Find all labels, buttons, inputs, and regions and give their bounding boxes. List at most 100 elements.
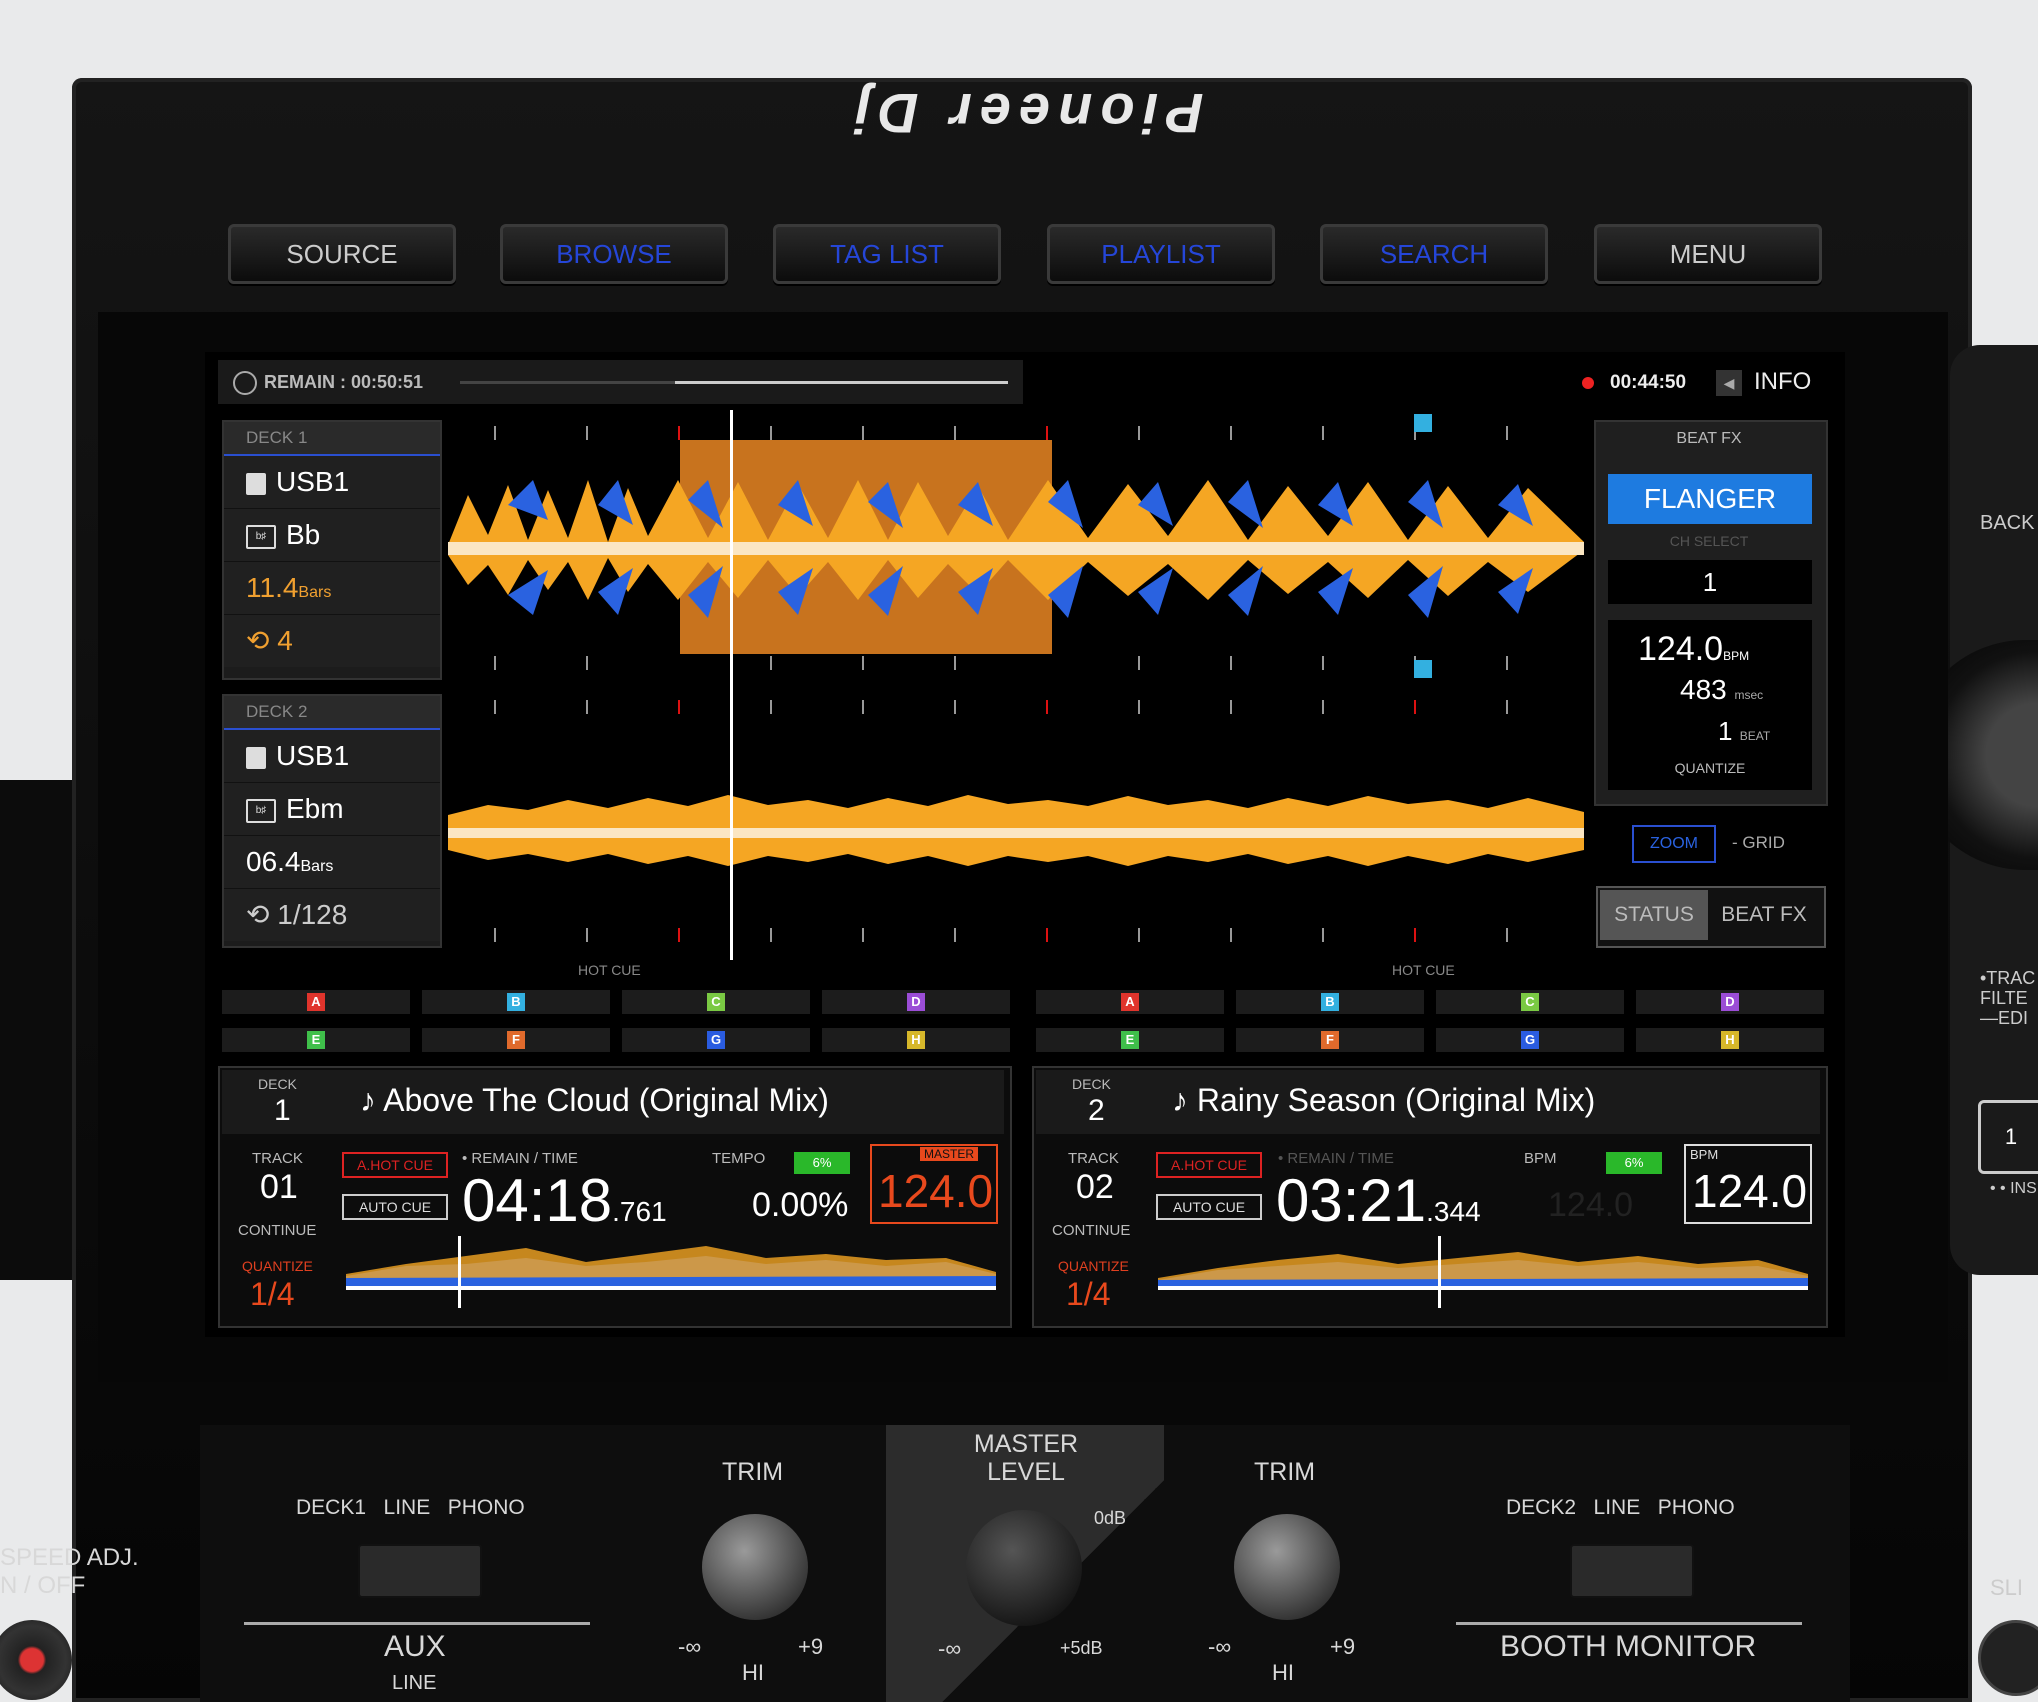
deck2-ghost-bpm: 124.0 <box>1548 1186 1634 1224</box>
deck2-remain-label: • REMAIN / TIME <box>1278 1150 1394 1167</box>
search-button[interactable]: SEARCH <box>1320 224 1548 284</box>
deck1-continue: CONTINUE <box>238 1222 317 1239</box>
brand-logo: Pioneer Dj <box>846 82 1204 145</box>
key-icon: b♯ <box>246 798 276 823</box>
grid-button[interactable]: - GRID <box>1732 833 1785 853</box>
deck2-input-switch[interactable] <box>1570 1544 1694 1598</box>
deck1-source[interactable]: USB1 <box>224 456 440 509</box>
tag-list-button[interactable]: TAG LIST <box>773 224 1001 284</box>
deck2-bpm-label: BPM <box>1524 1150 1557 1167</box>
hot-cue-b-marker[interactable] <box>1414 660 1432 678</box>
remain-progress <box>460 381 1008 384</box>
record-indicator-icon <box>1582 377 1594 389</box>
key-icon: b♯ <box>246 524 276 549</box>
back-button[interactable]: BACK <box>1980 512 2034 535</box>
hot-cue-pad-deck1-b[interactable]: B <box>422 990 610 1014</box>
trim-knob-2[interactable] <box>1234 1514 1340 1620</box>
side-round-button[interactable] <box>1978 1620 2038 1696</box>
hot-cue-label-deck1: HOT CUE <box>578 962 641 978</box>
master-min: -∞ <box>938 1636 962 1661</box>
aux-label: AUX <box>384 1630 446 1663</box>
hot-cue-pad-deck1-e[interactable]: E <box>222 1028 410 1052</box>
deck1-number: 1 <box>274 1094 291 1127</box>
booth-monitor-label: BOOTH MONITOR <box>1500 1630 1757 1663</box>
deck1-a-hot-cue[interactable]: A.HOT CUE <box>342 1152 448 1178</box>
hot-cue-pad-deck2-c[interactable]: C <box>1436 990 1624 1014</box>
deck1-tempo: 0.00% <box>752 1186 849 1224</box>
side-button-1[interactable]: 1 <box>1978 1100 2038 1174</box>
hot-cue-pad-deck1-d[interactable]: D <box>822 990 1010 1014</box>
hot-cue-pad-deck2-h[interactable]: H <box>1636 1028 1824 1052</box>
waveform-display[interactable] <box>448 410 1588 960</box>
fx-quantize: QUANTIZE <box>1674 760 1746 776</box>
deck2-overview-playhead <box>1438 1236 1441 1308</box>
deck1-tempo-range[interactable]: 6% <box>794 1152 850 1174</box>
deck1-overview-waveform[interactable] <box>346 1236 996 1314</box>
status-tab[interactable]: STATUS <box>1600 890 1708 940</box>
browse-button[interactable]: BROWSE <box>500 224 728 284</box>
playhead <box>730 410 733 960</box>
track-filter-label: •TRAC FILTE —EDI <box>1980 968 2036 1028</box>
playlist-button[interactable]: PLAYLIST <box>1047 224 1275 284</box>
trim2-min: -∞ <box>1208 1634 1232 1659</box>
deck1-key: b♯ Bb <box>224 509 440 562</box>
zoom-button[interactable]: ZOOM <box>1632 825 1716 863</box>
trim2-max: +9 <box>1330 1634 1356 1659</box>
flanger-button[interactable]: FLANGER <box>1608 474 1812 524</box>
hot-cue-pad-deck2-g[interactable]: G <box>1436 1028 1624 1052</box>
usb-icon <box>246 472 266 495</box>
beat-fx-tab[interactable]: BEAT FX <box>1710 890 1818 940</box>
hot-cue-pad-deck1-a[interactable]: A <box>222 990 410 1014</box>
deck2-source[interactable]: USB1 <box>224 730 440 783</box>
speed-adj-label: SPEED ADJ. <box>0 1544 139 1571</box>
deck2-panel: DECK 2 USB1 b♯ Ebm 06.4Bars ⟲ 1/128 <box>222 694 442 948</box>
hot-cue-pad-deck2-a[interactable]: A <box>1036 990 1224 1014</box>
beat-fx-header: BEAT FX <box>1676 430 1742 447</box>
deck2-continue: CONTINUE <box>1052 1222 1131 1239</box>
hot-cue-pad-deck2-b[interactable]: B <box>1236 990 1424 1014</box>
deck1-track-title: ♪ Above The Cloud (Original Mix) <box>360 1082 829 1118</box>
deck2-track-label: TRACK <box>1068 1150 1119 1167</box>
deck1-panel: DECK 1 USB1 b♯ Bb 11.4Bars ⟲ 4 <box>222 420 442 680</box>
deck2-overview-waveform[interactable] <box>1158 1236 1808 1314</box>
deck1-auto-cue[interactable]: AUTO CUE <box>342 1194 448 1220</box>
booth-divider <box>1456 1622 1802 1625</box>
hot-cue-pad-deck1-g[interactable]: G <box>622 1028 810 1052</box>
hot-cue-pad-deck2-f[interactable]: F <box>1236 1028 1424 1052</box>
hot-cue-letter: E <box>1121 1031 1139 1049</box>
deck2-quantize-value: 1/4 <box>1066 1276 1111 1312</box>
aux-line-label: LINE <box>392 1672 437 1694</box>
master-max: +5dB <box>1060 1638 1103 1658</box>
hot-cue-pad-deck1-h[interactable]: H <box>822 1028 1010 1052</box>
hot-cue-letter: D <box>907 993 925 1011</box>
deck1-tempo-label: TEMPO <box>712 1150 766 1167</box>
remain-time: REMAIN : 00:50:51 <box>264 372 424 392</box>
trim-label-1: TRIM <box>722 1458 784 1486</box>
deck2-tempo-range[interactable]: 6% <box>1606 1152 1662 1174</box>
trim-knob-1[interactable] <box>702 1514 808 1620</box>
hot-cue-letter: B <box>507 993 525 1011</box>
deck2-auto-cue[interactable]: AUTO CUE <box>1156 1194 1262 1220</box>
aux-divider <box>244 1622 590 1625</box>
hot-cue-letter: B <box>1321 993 1339 1011</box>
speed-adj-button[interactable] <box>0 1620 72 1700</box>
deck1-bpm: 124.0 <box>878 1165 994 1217</box>
deck1-remain-label: • REMAIN / TIME <box>462 1150 578 1167</box>
ch-select-value[interactable]: 1 <box>1608 560 1812 604</box>
hot-cue-letter: C <box>1521 993 1539 1011</box>
info-arrow-icon[interactable]: ◀ <box>1716 370 1742 396</box>
hot-cue-pad-deck2-e[interactable]: E <box>1036 1028 1224 1052</box>
clock-icon <box>233 371 257 395</box>
hot-cue-pad-deck1-f[interactable]: F <box>422 1028 610 1052</box>
hot-cue-b-marker[interactable] <box>1414 414 1432 432</box>
hot-cue-pad-deck1-c[interactable]: C <box>622 990 810 1014</box>
menu-button[interactable]: MENU <box>1594 224 1822 284</box>
hot-cue-pad-deck2-d[interactable]: D <box>1636 990 1824 1014</box>
master-level-knob[interactable] <box>966 1510 1082 1626</box>
deck1-input-switch[interactable] <box>358 1544 482 1598</box>
info-button[interactable]: INFO <box>1754 368 1811 396</box>
deck1-track-label: TRACK <box>252 1150 303 1167</box>
source-button[interactable]: SOURCE <box>228 224 456 284</box>
on-off-label: N / OFF <box>0 1572 86 1599</box>
deck2-a-hot-cue[interactable]: A.HOT CUE <box>1156 1152 1262 1178</box>
